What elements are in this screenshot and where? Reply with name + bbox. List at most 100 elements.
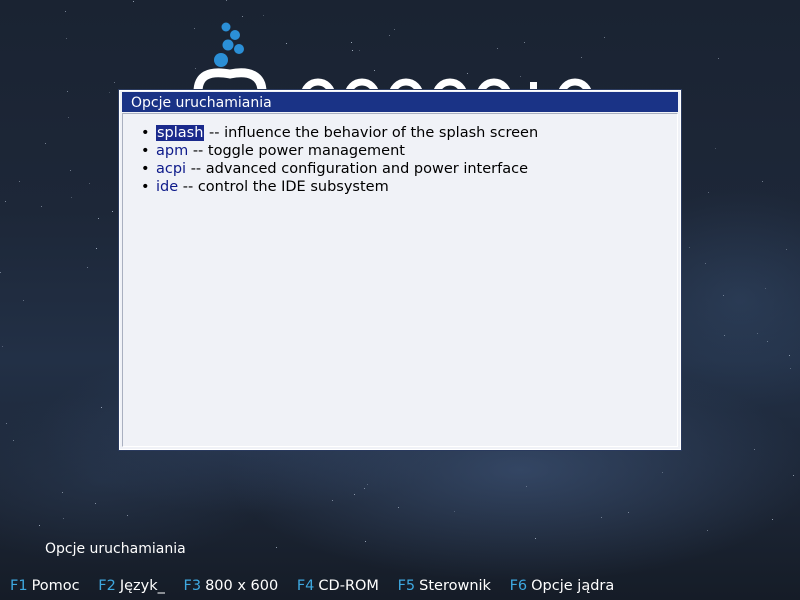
option-item-ide[interactable]: • ide -- control the IDE subsystem [141,178,538,196]
star [398,507,399,508]
bullet-icon: • [141,143,150,159]
bullet-icon: • [141,125,150,141]
star [19,181,20,182]
fkey-kernel-options[interactable]: F6 Opcje jądra [510,578,615,594]
star [101,407,102,408]
fkey-label: Opcje jądra [531,578,615,594]
star [71,197,72,198]
star [765,288,766,289]
star [762,181,763,182]
star [6,423,7,424]
star [96,248,97,249]
fkey-label: Sterownik [419,578,491,594]
star [62,492,63,493]
star [23,300,24,301]
star [526,486,527,487]
bullet-icon: • [141,161,150,177]
star [723,295,724,296]
star [708,192,709,193]
option-description: -- toggle power management [192,143,405,159]
star [109,92,110,93]
star [757,333,758,334]
boot-options-dialog: Opcje uruchamiania • splash -- influence … [119,90,681,450]
star [87,267,88,268]
star [786,249,787,250]
star [263,15,264,16]
star [789,355,790,356]
function-key-bar: F1 Pomoc F2 Język_ F3 800 x 600 F4 CD-ROM F5… [10,578,628,594]
fkey-key: F2 [98,578,116,594]
fkey-language[interactable]: F2 Język_ [98,578,165,594]
star [65,11,66,12]
star [5,201,6,202]
option-description: -- advanced configuration and power inte… [190,161,529,177]
bullet-icon: • [141,179,150,195]
star [67,91,68,92]
fkey-source[interactable]: F4 CD-ROM [297,578,379,594]
option-name[interactable]: splash [156,125,205,141]
fkey-label: 800 x 600 [205,578,279,594]
star [63,518,64,519]
star [127,515,128,516]
star [226,0,227,1]
star [39,525,40,526]
star [718,58,719,59]
option-item-apm[interactable]: • apm -- toggle power management [141,142,538,160]
star [114,82,115,83]
opensuse-logo-icon [193,22,593,100]
star [365,541,366,542]
boot-options-label[interactable]: Opcje uruchamiania [45,541,186,557]
star [367,484,368,485]
star [689,247,690,248]
option-item-acpi[interactable]: • acpi -- advanced configuration and powe… [141,160,538,178]
star [45,143,46,144]
star [364,488,365,489]
star [715,148,716,149]
star [66,38,67,39]
fkey-resolution[interactable]: F3 800 x 600 [184,578,279,594]
distribution-logo [190,20,610,100]
fkey-key: F4 [296,578,315,594]
star [628,512,629,513]
star [112,211,113,212]
star [70,170,71,171]
star [790,368,791,369]
fkey-key: F1 [10,578,28,594]
option-description: -- influence the behavior of the splash … [209,125,539,141]
star [754,449,755,450]
fkey-key: F5 [397,578,416,594]
star [13,440,14,441]
star [95,503,96,504]
star [98,218,99,219]
star [535,538,536,539]
star [772,519,773,520]
star [242,16,243,17]
star [133,1,134,2]
star [0,272,1,273]
dialog-body: • splash -- influence the behavior of the… [122,113,678,447]
star [707,530,708,531]
star [793,475,794,476]
star [705,263,706,264]
fkey-driver[interactable]: F5 Sterownik [398,578,491,594]
star [767,341,768,342]
fkey-label: Język_ [119,578,165,594]
option-name[interactable]: acpi [156,161,186,177]
star [276,547,277,548]
dialog-title: Opcje uruchamiania [122,92,678,112]
fkey-label: CD-ROM [318,578,379,594]
fkey-help[interactable]: F1 Pomoc [10,578,80,594]
fkey-key: F3 [183,578,202,594]
star [354,494,355,495]
option-description: -- control the IDE subsystem [182,179,389,195]
star [68,117,69,118]
option-list: • splash -- influence the behavior of the… [141,124,538,196]
fkey-label: Pomoc [31,578,80,594]
star [601,517,602,518]
option-name[interactable]: ide [156,179,178,195]
star [41,206,42,207]
star [2,346,3,347]
star [454,511,455,512]
option-name[interactable]: apm [156,143,188,159]
option-item-splash[interactable]: • splash -- influence the behavior of the… [141,124,538,142]
